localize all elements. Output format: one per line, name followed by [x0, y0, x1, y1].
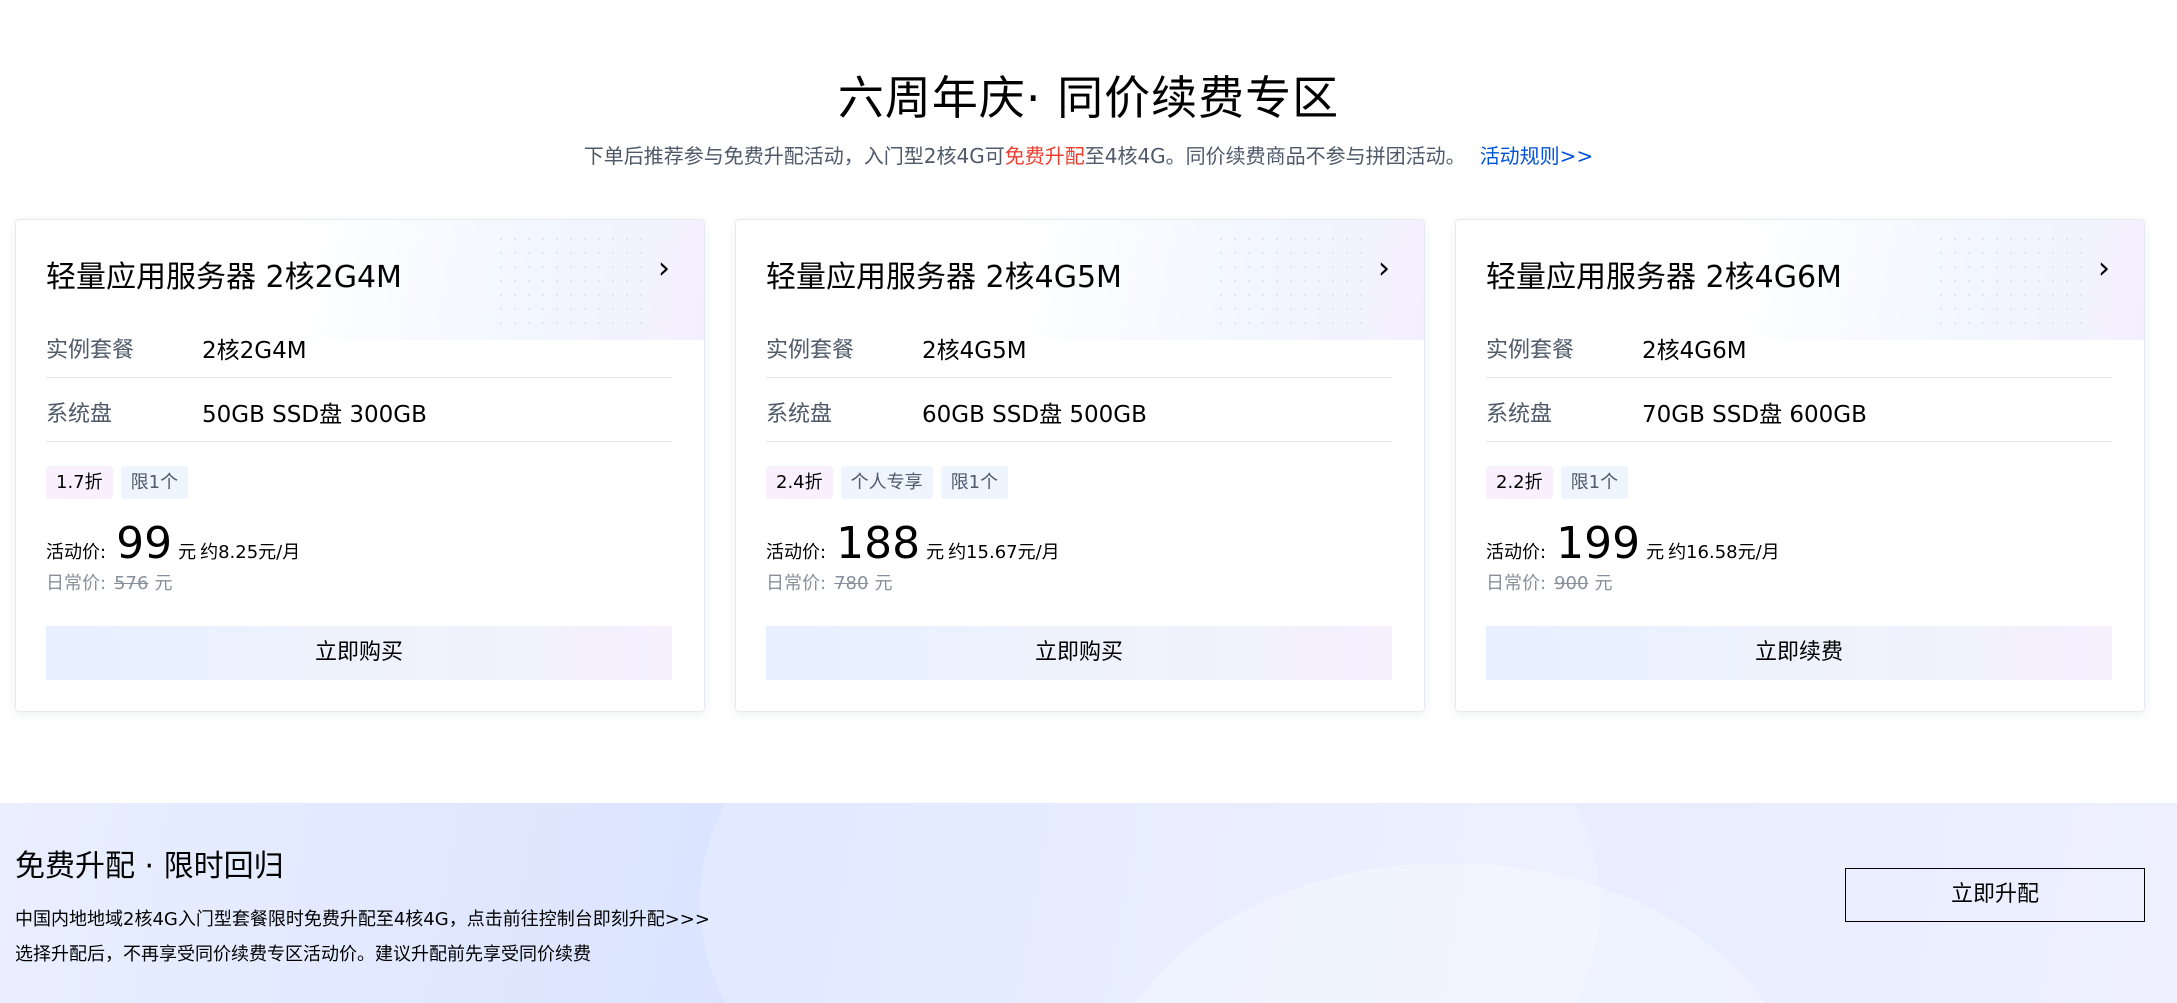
original-price-unit: 元 [1594, 573, 1613, 594]
limit-tag: 限1个 [940, 466, 1009, 499]
discount-tag: 2.4折 [766, 466, 833, 499]
original-price-value: 780 [834, 573, 869, 594]
buy-button[interactable]: 立即购买 [46, 626, 672, 680]
spec-label: 实例套餐 [1486, 338, 1575, 363]
card-title: 轻量应用服务器 2核4G5M [766, 260, 1122, 295]
buy-button[interactable]: 立即购买 [766, 626, 1392, 680]
original-price-label: 日常价: [1486, 573, 1547, 594]
price-row: 活动价: 188 元约15.67元/月 [766, 518, 1060, 569]
tag-list: 2.4折 个人专享 限1个 [766, 466, 1009, 499]
tag-list: 2.2折 限1个 [1486, 466, 1629, 499]
price-monthly: 约15.67元/月 [948, 542, 1060, 563]
spec-row-disk: 系统盘 70GB SSD盘 600GB [1486, 378, 2112, 442]
disk-label: 系统盘 [46, 402, 113, 427]
original-price-label: 日常价: [766, 573, 827, 594]
disk-value: 60GB SSD盘 500GB [922, 402, 1147, 428]
banner-description-line-1: 中国内地地域2核4G入门型套餐限时免费升配至4核4G，点击前往控制台即刻升配>>… [15, 909, 710, 930]
activity-rules-link[interactable]: 活动规则>> [1480, 144, 1594, 168]
price-unit: 元 [178, 542, 197, 563]
price-row: 活动价: 99 元约8.25元/月 [46, 518, 300, 569]
original-price-value: 576 [114, 573, 149, 594]
price-value: 199 [1556, 518, 1641, 569]
price-unit: 元 [926, 542, 945, 563]
limit-tag: 限1个 [1560, 466, 1629, 499]
original-price-unit: 元 [154, 573, 173, 594]
spec-row-disk: 系统盘 50GB SSD盘 300GB [46, 378, 672, 442]
chevron-right-icon[interactable]: › [658, 254, 670, 284]
chevron-right-icon[interactable]: › [2098, 254, 2110, 284]
subtitle-suffix: 至4核4G。同价续费商品不参与拼团活动。 [1084, 144, 1466, 168]
card-title: 轻量应用服务器 2核2G4M [46, 260, 402, 295]
chevron-right-icon[interactable]: › [1378, 254, 1390, 284]
price-label: 活动价: [46, 542, 107, 563]
page-title: 六周年庆· 同价续费专区 [837, 71, 1340, 125]
banner-description-line-2: 选择升配后，不再享受同价续费专区活动价。建议升配前先享受同价续费 [15, 944, 591, 965]
spec-row-instance: 实例套餐 2核4G6M [1486, 314, 2112, 378]
spec-row-instance: 实例套餐 2核2G4M [46, 314, 672, 378]
spec-row-disk: 系统盘 60GB SSD盘 500GB [766, 378, 1392, 442]
product-card: 轻量应用服务器 2核4G6M › 实例套餐 2核4G6M 系统盘 70GB SS… [1455, 219, 2145, 712]
original-price-row: 日常价: 780 元 [766, 569, 892, 595]
original-price-label: 日常价: [46, 573, 107, 594]
personal-tag: 个人专享 [840, 466, 933, 499]
product-card: 轻量应用服务器 2核2G4M › 实例套餐 2核2G4M 系统盘 50GB SS… [15, 219, 705, 712]
price-monthly: 约8.25元/月 [200, 542, 301, 563]
page-subtitle: 下单后推荐参与免费升配活动，入门型2核4G可免费升配至4核4G。同价续费商品不参… [0, 140, 2177, 169]
upgrade-now-button[interactable]: 立即升配 [1845, 868, 2145, 922]
original-price-unit: 元 [874, 573, 893, 594]
disk-value: 70GB SSD盘 600GB [1642, 402, 1867, 428]
price-monthly: 约16.58元/月 [1668, 542, 1780, 563]
spec-value: 2核2G4M [202, 338, 307, 364]
discount-tag: 2.2折 [1486, 466, 1553, 499]
price-label: 活动价: [1486, 542, 1547, 563]
disk-value: 50GB SSD盘 300GB [202, 402, 427, 428]
spec-value: 2核4G6M [1642, 338, 1747, 364]
original-price-row: 日常价: 576 元 [46, 569, 172, 595]
spec-label: 实例套餐 [766, 338, 855, 363]
original-price-value: 900 [1554, 573, 1589, 594]
price-value: 188 [836, 518, 921, 569]
subtitle-highlight: 免费升配 [1004, 144, 1085, 168]
spec-value: 2核4G5M [922, 338, 1027, 364]
disk-label: 系统盘 [766, 402, 833, 427]
upgrade-banner: 免费升配 · 限时回归 中国内地地域2核4G入门型套餐限时免费升配至4核4G，点… [0, 803, 2177, 1003]
original-price-row: 日常价: 900 元 [1486, 569, 1612, 595]
price-label: 活动价: [766, 542, 827, 563]
spec-label: 实例套餐 [46, 338, 135, 363]
disk-label: 系统盘 [1486, 402, 1553, 427]
price-row: 活动价: 199 元约16.58元/月 [1486, 518, 1780, 569]
price-unit: 元 [1646, 542, 1665, 563]
renew-button[interactable]: 立即续费 [1486, 626, 2112, 680]
card-title: 轻量应用服务器 2核4G6M [1486, 260, 1842, 295]
discount-tag: 1.7折 [46, 466, 113, 499]
product-card: 轻量应用服务器 2核4G5M › 实例套餐 2核4G5M 系统盘 60GB SS… [735, 219, 1425, 712]
limit-tag: 限1个 [120, 466, 189, 499]
subtitle-text: 下单后推荐参与免费升配活动，入门型2核4G可 [583, 144, 1005, 168]
spec-row-instance: 实例套餐 2核4G5M [766, 314, 1392, 378]
price-value: 99 [116, 518, 173, 569]
tag-list: 1.7折 限1个 [46, 466, 189, 499]
banner-title: 免费升配 · 限时回归 [15, 849, 284, 884]
